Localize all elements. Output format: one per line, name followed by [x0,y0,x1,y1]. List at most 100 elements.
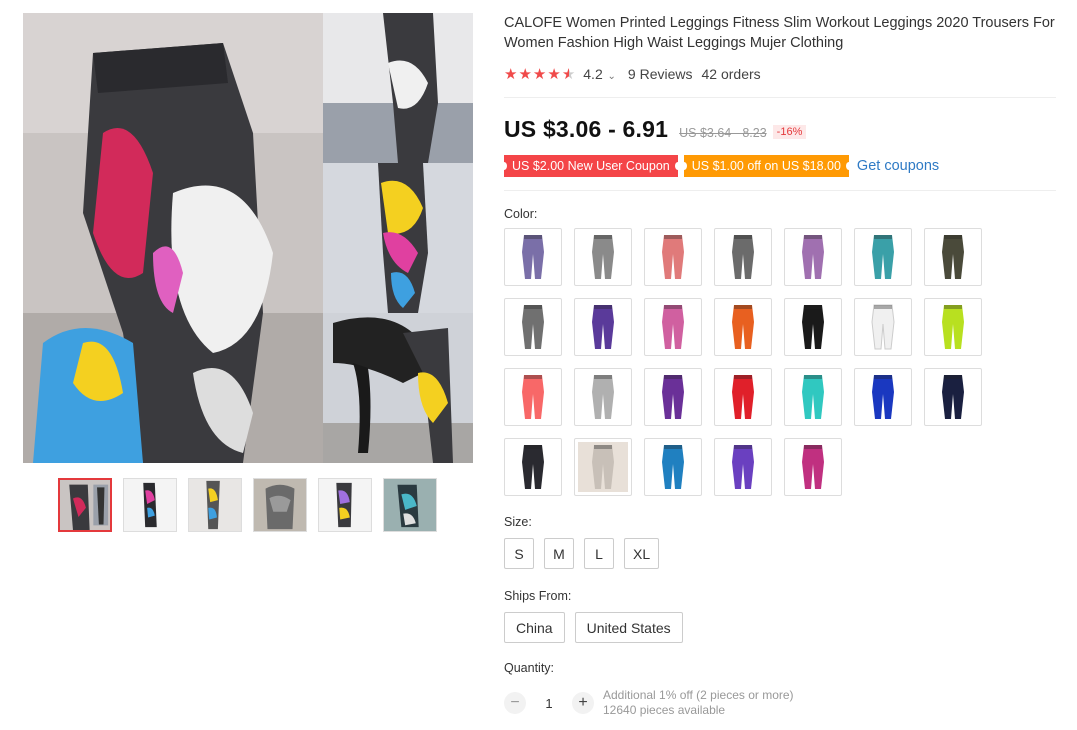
thumbnail-2[interactable] [123,478,177,532]
color-swatch[interactable] [784,228,842,286]
color-swatch[interactable] [644,368,702,426]
leggings-closeup-image [23,13,323,463]
color-swatch[interactable] [714,438,772,496]
color-swatch[interactable] [784,298,842,356]
rating-value: 4.2 [583,66,603,82]
new-user-coupon[interactable]: US $2.00 New User Coupon [501,155,681,177]
leggings-thumbnail-icon [578,232,628,282]
thumbnail-4[interactable] [253,478,307,532]
leggings-thumbnail-icon [718,232,768,282]
main-product-image[interactable] [23,13,473,463]
leggings-thumbnail-icon [648,302,698,352]
leggings-thumbnail-icon [648,442,698,492]
size-options: S M L XL [504,538,1056,569]
color-swatch[interactable] [574,228,632,286]
ships-from-united-states[interactable]: United States [574,612,683,643]
color-label: Color: [504,207,538,221]
color-swatch[interactable] [924,228,982,286]
size-option-s[interactable]: S [504,538,534,569]
current-price: US $3.06 - 6.91 [504,116,669,142]
quantity-stepper: − 1 + Additional 1% off (2 pieces or mor… [504,688,1056,718]
product-title: CALOFE Women Printed Leggings Fitness Sl… [504,15,1055,51]
star-icon: ★ [518,65,532,83]
ships-from-options: China United States [504,612,1056,643]
color-swatch[interactable] [924,368,982,426]
leggings-thumbnail-icon [788,232,838,282]
size-option-m[interactable]: M [544,538,574,569]
divider [504,190,1056,191]
quantity-note: Additional 1% off (2 pieces or more) 126… [603,688,794,718]
rating-dropdown[interactable]: 4.2 ⌄ [583,66,616,82]
color-swatch[interactable] [504,298,562,356]
ships-from-china[interactable]: China [504,612,565,643]
quantity-value[interactable]: 1 [526,696,572,711]
product-gallery [23,13,473,532]
size-option-l[interactable]: L [584,538,614,569]
leggings-thumbnail-icon [858,372,908,422]
color-swatch[interactable] [574,298,632,356]
leggings-side-view-image [323,163,473,313]
divider [504,97,1056,98]
color-swatch[interactable] [784,438,842,496]
leggings-thumbnail-icon [508,232,558,282]
leggings-thumbnail-icon [788,372,838,422]
color-swatch[interactable] [504,368,562,426]
thumbnail-5[interactable] [318,478,372,532]
leggings-thumbnail-icon [578,302,628,352]
leggings-thumbnail-icon [578,372,628,422]
leggings-back-view-image [323,13,473,163]
color-swatch[interactable] [644,438,702,496]
leggings-thumbnail-icon [928,302,978,352]
price-row: US $3.06 - 6.91 US $3.64 - 8.23 -16% [504,116,1056,143]
thumbnail-6[interactable] [383,478,437,532]
color-swatch[interactable] [644,298,702,356]
color-swatch[interactable] [504,438,562,496]
chevron-down-icon: ⌄ [604,71,616,82]
color-swatch[interactable] [714,368,772,426]
increase-quantity-button[interactable]: + [572,692,594,714]
size-label: Size: [504,515,532,529]
orders-count: 42 orders [701,66,761,82]
leggings-thumbnail-icon [508,372,558,422]
half-star-icon: ★ [561,65,576,83]
color-swatch[interactable] [574,368,632,426]
color-swatch[interactable] [854,228,912,286]
store-coupon[interactable]: US $1.00 off on US $18.00 [680,155,853,177]
thumbnail-3[interactable] [188,478,242,532]
leggings-stretch-pose-image [323,313,473,463]
color-swatch[interactable] [644,228,702,286]
leggings-thumbnail-icon [788,442,838,492]
original-price: US $3.64 - 8.23 [679,126,767,140]
color-swatch[interactable] [924,298,982,356]
decrease-quantity-button[interactable]: − [504,692,526,714]
leggings-thumbnail-icon [788,302,838,352]
color-swatch-grid [504,228,1056,496]
discount-badge: -16% [772,125,807,139]
star-rating[interactable]: ★ ★ ★ ★ ★ [504,67,575,82]
color-swatch[interactable] [574,438,632,496]
leggings-thumbnail-icon [508,442,558,492]
color-swatch[interactable] [714,298,772,356]
leggings-thumbnail-icon [928,232,978,282]
get-coupons-link[interactable]: Get coupons [857,158,939,174]
leggings-thumbnail-icon [858,232,908,282]
quantity-label: Quantity: [504,661,555,675]
leggings-thumbnail-icon [648,372,698,422]
color-swatch[interactable] [854,368,912,426]
color-swatch[interactable] [854,298,912,356]
bulk-discount-note: Additional 1% off (2 pieces or more) [603,688,794,702]
leggings-thumbnail-icon [928,372,978,422]
coupon-row: US $2.00 New User Coupon US $1.00 off on… [501,155,1056,177]
color-swatch[interactable] [504,228,562,286]
size-option-xl[interactable]: XL [624,538,660,569]
thumbnail-1[interactable] [58,478,112,532]
leggings-thumbnail-icon [718,302,768,352]
color-swatch[interactable] [784,368,842,426]
leggings-thumbnail-icon [508,302,558,352]
rating-row: ★ ★ ★ ★ ★ 4.2 ⌄ 9 Reviews 42 orders [504,63,1056,85]
star-icon: ★ [547,65,561,83]
color-swatch[interactable] [714,228,772,286]
star-icon: ★ [504,65,518,83]
stock-available: 12640 pieces available [603,703,726,717]
reviews-link[interactable]: 9 Reviews [628,66,693,82]
